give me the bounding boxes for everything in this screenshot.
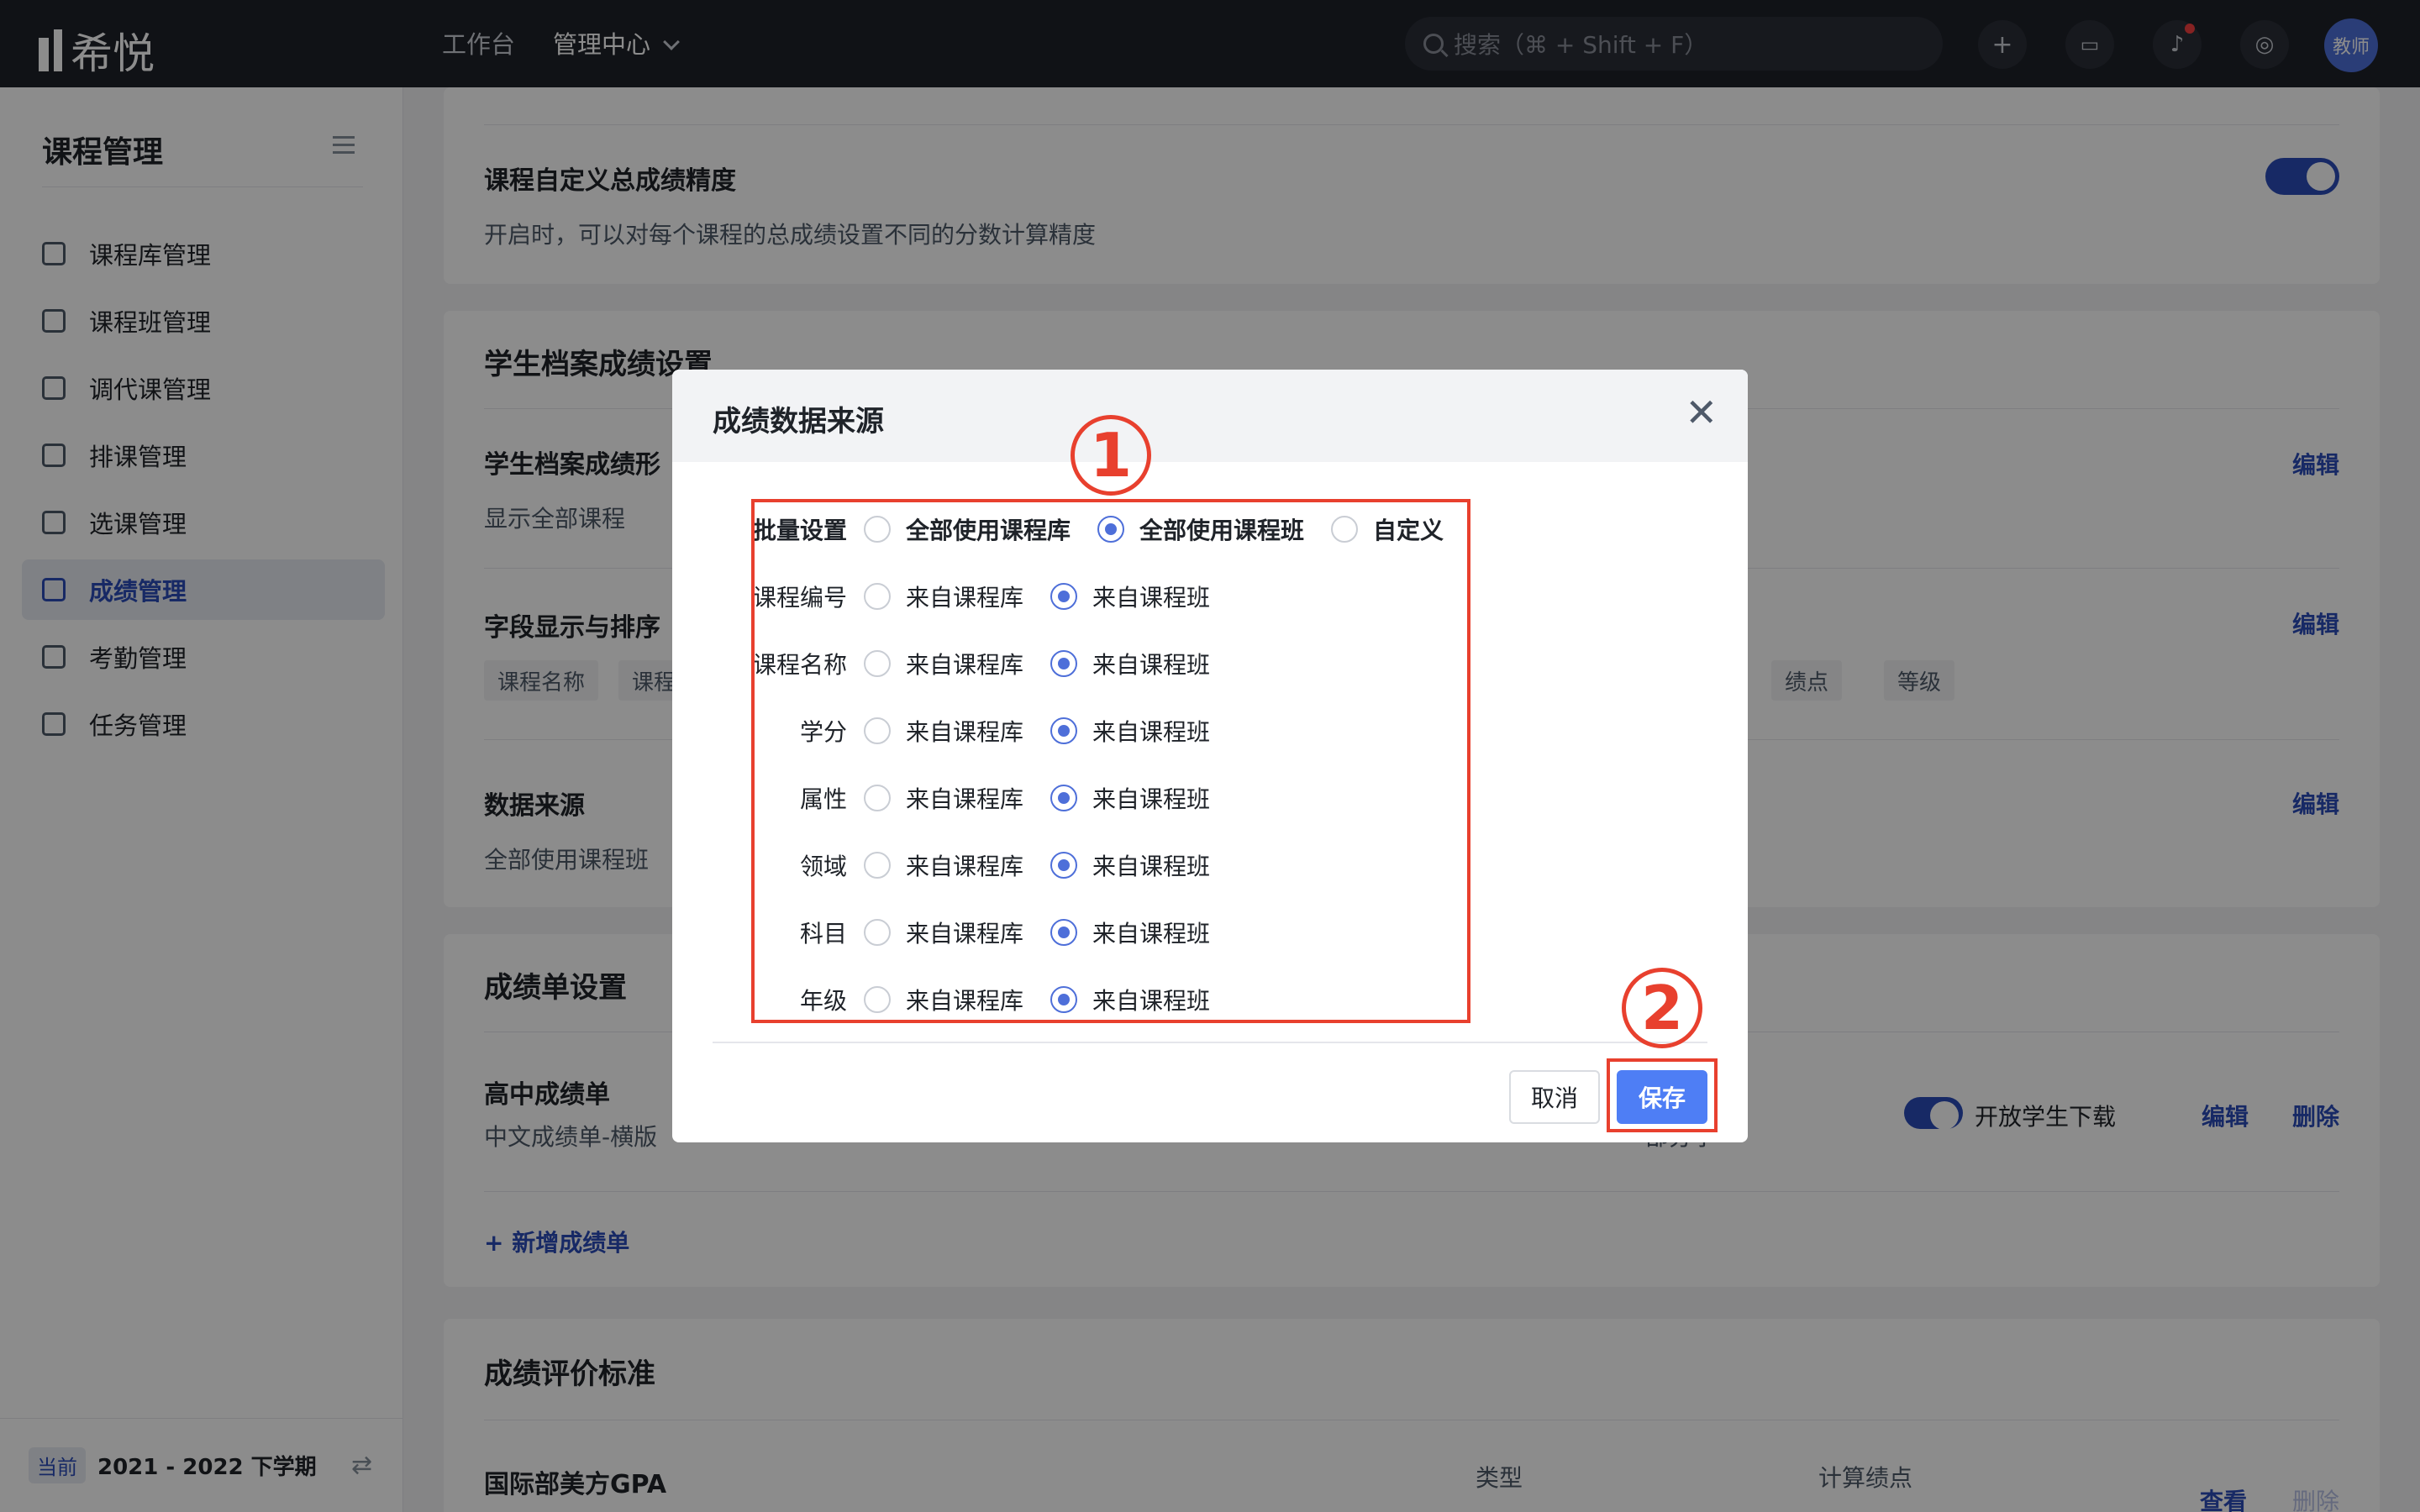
annotation-box-fields (751, 499, 1470, 1023)
cancel-button[interactable]: 取消 (1509, 1070, 1600, 1124)
annotation-box-save (1607, 1058, 1718, 1132)
dialog-header: 成绩数据来源 ✕ (672, 370, 1748, 462)
annotation-number-1: ①1 (1071, 415, 1151, 496)
dialog-divider (713, 1042, 1707, 1043)
dialog-title: 成绩数据来源 (713, 405, 884, 438)
close-icon[interactable]: ✕ (1685, 393, 1718, 432)
annotation-number-2: ②2 (1622, 968, 1702, 1048)
